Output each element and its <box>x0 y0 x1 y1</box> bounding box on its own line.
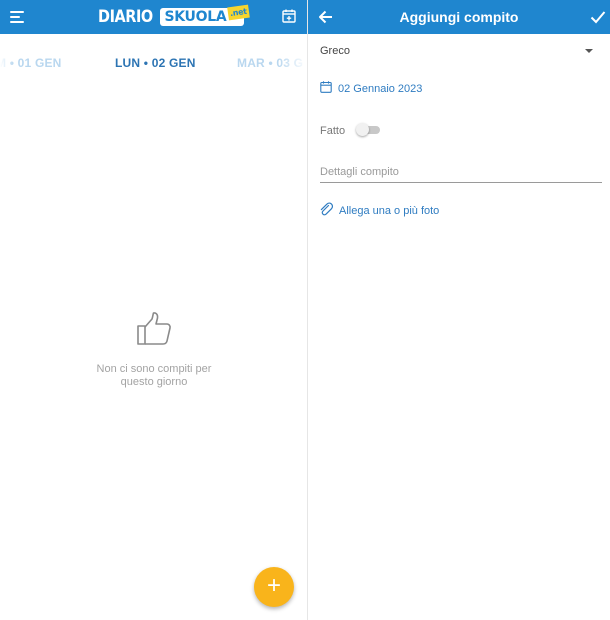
paperclip-icon <box>320 202 333 216</box>
chevron-down-icon[interactable] <box>585 49 593 53</box>
add-task-fab[interactable]: + <box>254 567 294 607</box>
app-logo: DIARIO SKUOLA .net <box>98 4 250 28</box>
calendar-add-icon[interactable] <box>282 9 296 23</box>
done-label: Fatto <box>320 125 346 137</box>
diary-pane: DIARIO SKUOLA .net M • 01 GEN LUN • 02 G… <box>0 0 308 620</box>
menu-icon[interactable] <box>10 11 24 23</box>
toggle-knob <box>356 123 369 136</box>
empty-state-message: Non ci sono compiti per questo giorno <box>0 363 308 389</box>
thumbs-up-icon <box>137 312 171 345</box>
add-task-app-bar: Aggiungi compito <box>308 0 610 34</box>
task-details-input[interactable] <box>320 162 602 183</box>
fade-right <box>278 34 308 90</box>
logo-diario-text: DIARIO <box>98 7 153 27</box>
diary-app-bar: DIARIO SKUOLA .net <box>0 0 308 34</box>
done-toggle[interactable] <box>356 123 381 136</box>
empty-state-line-2: questo giorno <box>120 376 188 388</box>
date-picker[interactable]: 02 Gennaio 2023 <box>338 83 422 95</box>
check-icon[interactable] <box>590 9 606 25</box>
fade-left <box>0 34 14 90</box>
logo-net-tag: .net <box>226 4 250 21</box>
day-selector[interactable]: M • 01 GEN LUN • 02 GEN MAR • 03 G <box>0 34 308 90</box>
day-tab-current[interactable]: LUN • 02 GEN <box>115 56 196 70</box>
calendar-icon <box>320 81 332 93</box>
subject-select[interactable]: Greco <box>320 45 350 57</box>
page-title: Aggiungi compito <box>399 9 519 25</box>
add-task-pane: Aggiungi compito Greco 02 Gennaio 2023 F… <box>308 0 610 620</box>
logo-skuola-badge: SKUOLA .net <box>160 4 250 26</box>
logo-skuola-text: SKUOLA <box>164 9 227 25</box>
attach-photo-link[interactable]: Allega una o più foto <box>339 205 439 217</box>
empty-state-line-1: Non ci sono compiti per <box>96 363 212 375</box>
